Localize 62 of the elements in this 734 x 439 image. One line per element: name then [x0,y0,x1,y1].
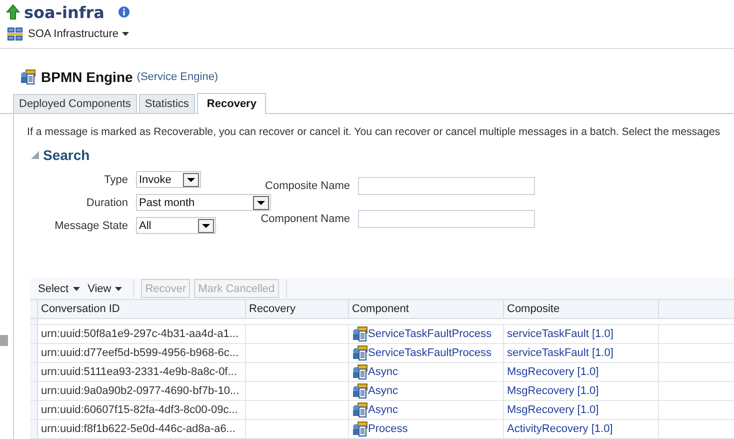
splitter-handle[interactable] [0,335,8,346]
component-link[interactable]: Async [352,383,398,399]
engine-title: BPMN Engine [41,69,133,85]
component-link[interactable]: Async [352,402,398,418]
input-field[interactable] [358,177,535,195]
component-link[interactable]: Process [352,421,408,437]
column-header[interactable]: Recovery [246,300,349,318]
component-link[interactable]: Async [352,364,398,380]
info-icon[interactable] [118,6,130,18]
target-menu[interactable]: SOA Infrastructure [28,28,130,40]
row-selector[interactable] [30,319,38,324]
field-label: Message State [54,220,128,232]
composite-link[interactable]: serviceTaskFault [1.0] [507,328,614,340]
expanded-triangle-icon[interactable] [31,150,40,160]
field-label: Type [103,174,128,186]
input-field[interactable] [358,210,535,228]
section-title: Search [43,147,90,163]
field-label: Component Name [260,213,350,225]
dropdown[interactable]: Past month [136,194,271,211]
tab[interactable]: Recovery [196,93,266,114]
caret-icon [72,286,80,290]
component-link[interactable]: ServiceTaskFaultProcess [352,345,492,361]
dropdown-button-icon [253,196,269,210]
dropdown-button-icon [198,218,214,232]
row-selector[interactable] [30,420,38,438]
table-cell: urn:uuid:9a0a90b2-0977-4690-bf7b-10... [41,385,240,397]
caret-icon [115,286,122,290]
row-selector[interactable] [30,382,38,400]
column-header[interactable]: Composite [504,300,659,318]
composite-link[interactable]: MsgRecovery [1.0] [507,366,599,378]
composite-link[interactable]: MsgRecovery [1.0] [507,385,599,397]
dropdown[interactable]: All [136,217,216,234]
table-cell: urn:uuid:f8f1b622-5e0d-446c-ad8a-a6... [41,423,236,435]
row-selector[interactable] [30,344,38,362]
component-icon [19,69,37,85]
row-selector[interactable] [30,401,38,419]
field-label: Composite Name [264,180,350,192]
composite-link[interactable]: serviceTaskFault [1.0] [507,347,614,359]
column-header[interactable]: Conversation ID [38,300,246,318]
component-link[interactable]: ServiceTaskFaultProcess [352,326,492,342]
engine-type: (Service Engine) [136,71,218,83]
table-cell: urn:uuid:50f8a1e9-297c-4b31-aa4d-a1... [41,328,239,340]
dropdown[interactable]: Invoke [136,171,201,188]
tab[interactable]: Statistics [138,94,195,113]
composite-link[interactable]: ActivityRecovery [1.0] [507,423,613,435]
page-title: soa-infra [24,2,104,22]
tab[interactable]: Deployed Components [13,94,137,113]
column-header[interactable]: Component [349,300,504,318]
table-cell: urn:uuid:5111ea93-2331-4e9b-8a8c-0f... [41,366,237,378]
up-arrow-icon [6,4,20,20]
toolbar-menu[interactable]: Select [38,282,84,294]
row-selector[interactable] [30,325,38,343]
table-cell: urn:uuid:d77eef5d-b599-4956-b968-6c... [41,347,239,359]
description-text: If a message is marked as Recoverable, you can recover or cancel it. You can recover or cancel multiple messages in a batch. Select the messages [26,125,722,140]
hierarchy-icon [7,27,23,41]
dropdown-button-icon [183,172,199,186]
toolbar-menu[interactable]: View [88,282,126,294]
field-label: Duration [85,196,128,208]
composite-link[interactable]: MsgRecovery [1.0] [507,404,599,416]
caret-icon [122,32,130,36]
table-cell: urn:uuid:60607f15-82fa-4df3-8c00-09c... [41,404,238,416]
row-selector[interactable] [30,363,38,381]
